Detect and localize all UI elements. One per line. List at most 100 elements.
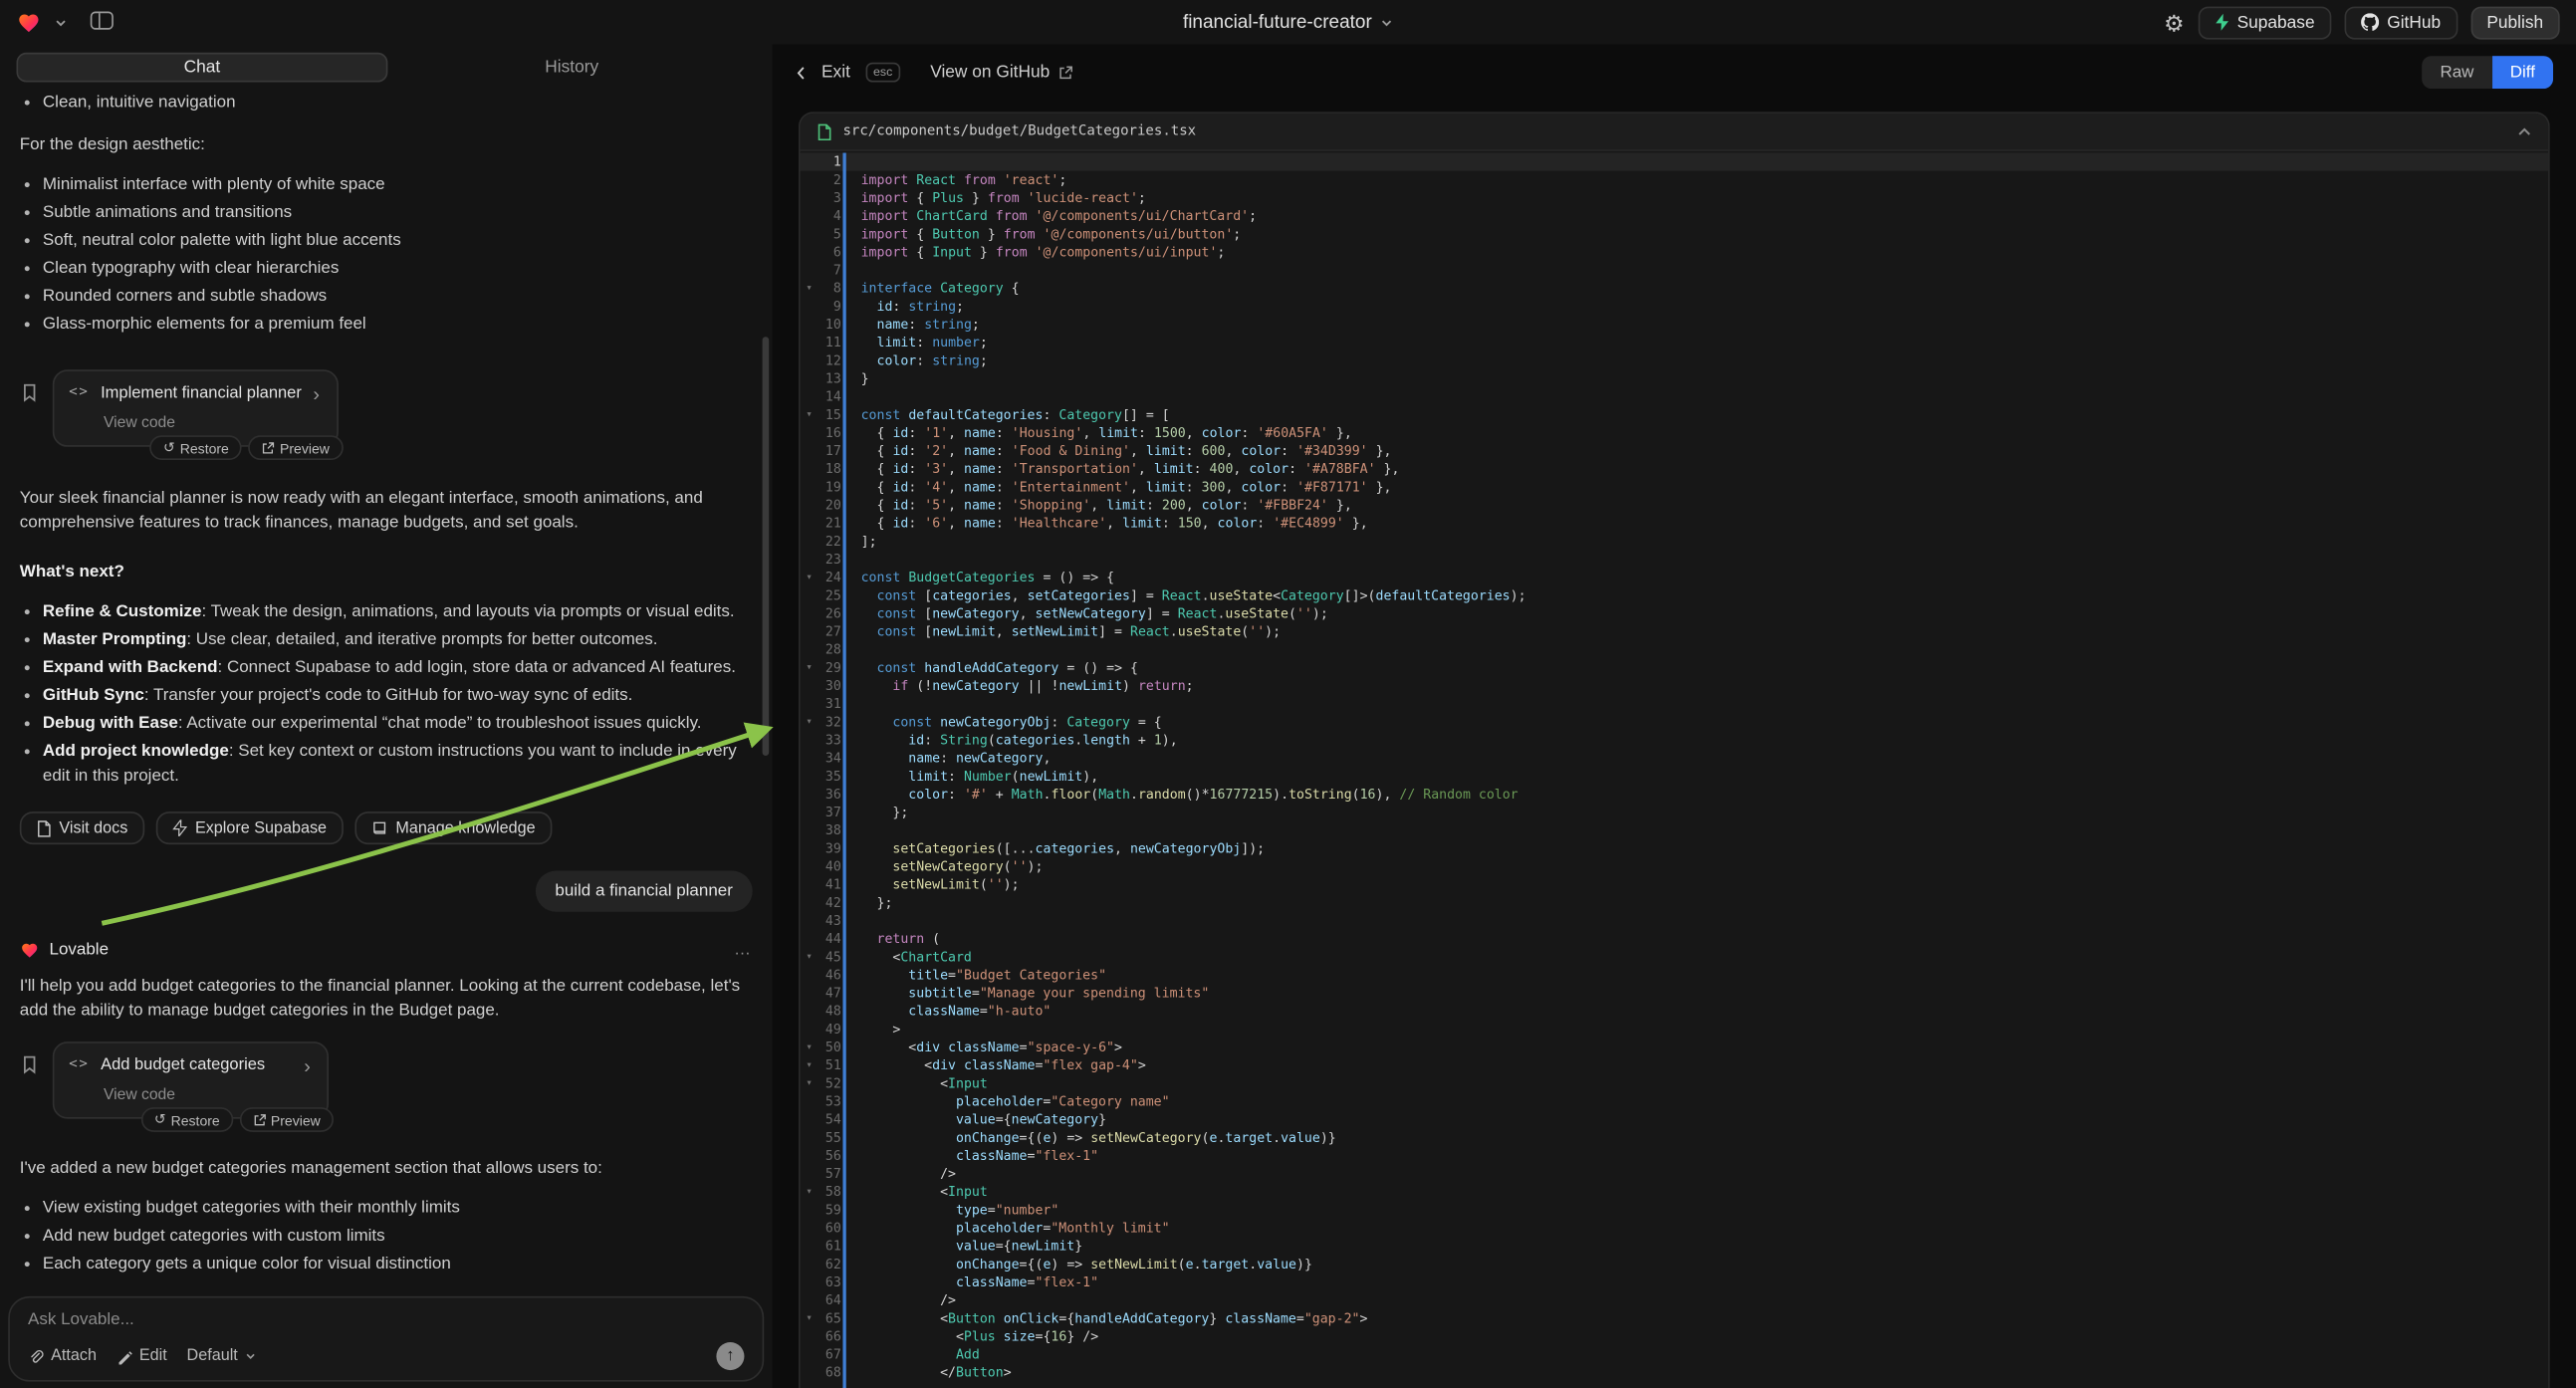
- collapse-chevron-up-icon[interactable]: [2517, 125, 2532, 137]
- fold-chevron-icon[interactable]: ▾: [804, 713, 816, 731]
- attach-button[interactable]: Attach: [28, 1347, 97, 1365]
- code-line[interactable]: ▾15const defaultCategories: Category[] =…: [801, 406, 2549, 424]
- code-line[interactable]: ▾58 <Input: [801, 1183, 2549, 1201]
- project-switcher[interactable]: financial-future-creator: [1183, 12, 1393, 32]
- code-line[interactable]: 23: [801, 551, 2549, 569]
- code-line[interactable]: 56 className="flex-1": [801, 1147, 2549, 1165]
- visit-docs-button[interactable]: Visit docs: [20, 811, 144, 844]
- code-line[interactable]: 20 { id: '5', name: 'Shopping', limit: 2…: [801, 496, 2549, 514]
- code-line[interactable]: 12 color: string;: [801, 351, 2549, 369]
- code-line[interactable]: 10 name: string;: [801, 316, 2549, 334]
- code-line[interactable]: 35 limit: Number(newLimit),: [801, 768, 2549, 786]
- view-on-github-link[interactable]: View on GitHub: [930, 63, 1072, 83]
- fold-chevron-icon[interactable]: ▾: [804, 659, 816, 677]
- code-line[interactable]: 21 { id: '6', name: 'Healthcare', limit:…: [801, 514, 2549, 532]
- raw-toggle-button[interactable]: Raw: [2422, 56, 2491, 89]
- code-line[interactable]: 57 />: [801, 1165, 2549, 1183]
- view-code-link[interactable]: View code: [104, 411, 320, 436]
- code-line[interactable]: 5import { Button } from '@/components/ui…: [801, 225, 2549, 243]
- code-line[interactable]: 11 limit: number;: [801, 334, 2549, 351]
- code-line[interactable]: ▾45 <ChartCard: [801, 948, 2549, 966]
- explore-supabase-button[interactable]: Explore Supabase: [155, 811, 343, 844]
- code-line[interactable]: 42 };: [801, 894, 2549, 912]
- settings-gear-icon[interactable]: ⚙: [2164, 11, 2185, 34]
- fold-chevron-icon[interactable]: ▾: [804, 1074, 816, 1092]
- code-line[interactable]: 43: [801, 912, 2549, 930]
- code-line[interactable]: 9 id: string;: [801, 298, 2549, 316]
- code-line[interactable]: 36 color: '#' + Math.floor(Math.random()…: [801, 786, 2549, 804]
- code-line[interactable]: 63 className="flex-1": [801, 1273, 2549, 1291]
- logo-chevron-down-icon[interactable]: [54, 16, 67, 29]
- fold-chevron-icon[interactable]: ▾: [804, 1183, 816, 1201]
- code-line[interactable]: 37 };: [801, 804, 2549, 821]
- code-line[interactable]: 25 const [categories, setCategories] = R…: [801, 586, 2549, 604]
- file-header[interactable]: src/components/budget/BudgetCategories.t…: [801, 114, 2549, 151]
- code-line[interactable]: ▾29 const handleAddCategory = () => {: [801, 659, 2549, 677]
- code-line[interactable]: ▾52 <Input: [801, 1074, 2549, 1092]
- code-line[interactable]: 16 { id: '1', name: 'Housing', limit: 15…: [801, 424, 2549, 442]
- exit-button[interactable]: Exit: [821, 63, 850, 83]
- code-line[interactable]: 14: [801, 387, 2549, 405]
- restore-button[interactable]: ↺ Restore: [150, 435, 242, 460]
- code-line[interactable]: 31: [801, 695, 2549, 713]
- code-line[interactable]: 3import { Plus } from 'lucide-react';: [801, 189, 2549, 207]
- model-select[interactable]: Default: [187, 1347, 256, 1365]
- code-line[interactable]: ▾65 <Button onClick={handleAddCategory} …: [801, 1309, 2549, 1327]
- tab-history[interactable]: History: [387, 53, 756, 83]
- code-line[interactable]: 53 placeholder="Category name": [801, 1092, 2549, 1110]
- fold-chevron-icon[interactable]: ▾: [804, 280, 816, 298]
- chat-input[interactable]: [28, 1311, 744, 1329]
- lovable-logo-icon[interactable]: [17, 11, 42, 34]
- code-line[interactable]: 68 </Button>: [801, 1364, 2549, 1382]
- edit-button[interactable]: Edit: [117, 1347, 167, 1365]
- view-code-link[interactable]: View code: [104, 1082, 311, 1107]
- code-line[interactable]: 39 setCategories([...categories, newCate…: [801, 839, 2549, 857]
- code-line[interactable]: 28: [801, 641, 2549, 659]
- code-line[interactable]: 44 return (: [801, 930, 2549, 948]
- code-editor[interactable]: 12import React from 'react';3import { Pl…: [801, 152, 2549, 1388]
- code-line[interactable]: 19 { id: '4', name: 'Entertainment', lim…: [801, 478, 2549, 496]
- code-line[interactable]: 33 id: String(categories.length + 1),: [801, 731, 2549, 749]
- code-line[interactable]: 30 if (!newCategory || !newLimit) return…: [801, 677, 2549, 695]
- code-line[interactable]: 61 value={newLimit}: [801, 1237, 2549, 1255]
- code-line[interactable]: 7: [801, 261, 2549, 279]
- code-line[interactable]: 60 placeholder="Monthly limit": [801, 1219, 2549, 1237]
- code-line[interactable]: 13}: [801, 369, 2549, 387]
- code-line[interactable]: 4import ChartCard from '@/components/ui/…: [801, 207, 2549, 225]
- code-line[interactable]: ▾50 <div className="space-y-6">: [801, 1039, 2549, 1056]
- code-line[interactable]: 46 title="Budget Categories": [801, 966, 2549, 984]
- code-line[interactable]: 34 name: newCategory,: [801, 749, 2549, 767]
- code-line[interactable]: 40 setNewCategory('');: [801, 857, 2549, 875]
- code-line[interactable]: 54 value={newCategory}: [801, 1110, 2549, 1128]
- code-line[interactable]: 18 { id: '3', name: 'Transportation', li…: [801, 460, 2549, 478]
- github-button[interactable]: GitHub: [2344, 6, 2457, 39]
- code-line[interactable]: 41 setNewLimit('');: [801, 875, 2549, 893]
- code-line[interactable]: 2import React from 'react';: [801, 171, 2549, 189]
- fold-chevron-icon[interactable]: ▾: [804, 406, 816, 424]
- fold-chevron-icon[interactable]: ▾: [804, 569, 816, 586]
- code-line[interactable]: ▾51 <div className="flex gap-4">: [801, 1056, 2549, 1074]
- code-line[interactable]: 17 { id: '2', name: 'Food & Dining', lim…: [801, 442, 2549, 460]
- code-line[interactable]: ▾8interface Category {: [801, 280, 2549, 298]
- message-menu-button[interactable]: …: [734, 938, 753, 963]
- bookmark-icon[interactable]: [21, 1054, 38, 1074]
- code-line[interactable]: 64 />: [801, 1291, 2549, 1309]
- code-line[interactable]: 6import { Input } from '@/components/ui/…: [801, 243, 2549, 261]
- code-line[interactable]: ▾32 const newCategoryObj: Category = {: [801, 713, 2549, 731]
- preview-button[interactable]: Preview: [240, 1107, 334, 1132]
- fold-chevron-icon[interactable]: ▾: [804, 948, 816, 966]
- code-line[interactable]: 38: [801, 821, 2549, 839]
- supabase-button[interactable]: Supabase: [2198, 6, 2331, 39]
- code-line[interactable]: 27 const [newLimit, setNewLimit] = React…: [801, 622, 2549, 640]
- code-line[interactable]: 59 type="number": [801, 1201, 2549, 1219]
- implement-financial-planner-card[interactable]: <> Implement financial planner › View co…: [53, 369, 338, 447]
- manage-knowledge-button[interactable]: Manage knowledge: [354, 811, 552, 844]
- chat-scrollbar[interactable]: [763, 337, 770, 756]
- tab-chat[interactable]: Chat: [17, 53, 388, 83]
- code-line[interactable]: 48 className="h-auto": [801, 1003, 2549, 1021]
- code-line[interactable]: 49 >: [801, 1021, 2549, 1039]
- send-button[interactable]: ↑: [716, 1342, 744, 1370]
- fold-chevron-icon[interactable]: ▾: [804, 1039, 816, 1056]
- code-line[interactable]: ▾24const BudgetCategories = () => {: [801, 569, 2549, 586]
- code-line[interactable]: 66 <Plus size={16} />: [801, 1327, 2549, 1345]
